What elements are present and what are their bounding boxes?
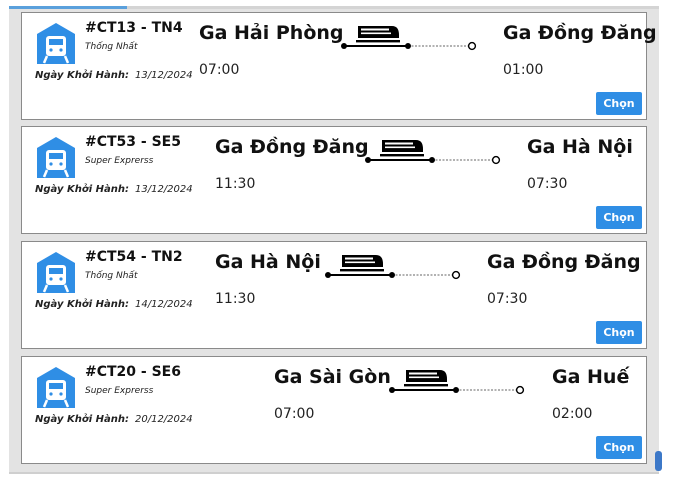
origin-station: Ga Hà Nội	[215, 251, 321, 273]
departure-date-value: 13/12/2024	[134, 70, 193, 81]
train-station-icon	[35, 136, 77, 178]
departure-date-value: 20/12/2024	[134, 414, 193, 425]
train-icon	[340, 255, 384, 272]
trip-card: #CT13 - TN4 Thống Nhất Ngày Khởi Hành: 13…	[21, 12, 657, 120]
select-trip-button[interactable]: Chọn	[596, 92, 642, 115]
trip-card: #CT20 - SE6 Super Exprerss Ngày Khởi Hàn…	[21, 356, 647, 464]
origin-station: Ga Sài Gòn	[274, 366, 391, 388]
destination-station: Ga Đồng Đăng	[503, 22, 657, 44]
header-divider	[9, 6, 659, 9]
route-indicator	[325, 255, 461, 280]
active-tab-indicator	[9, 6, 127, 9]
departure-date-value: 14/12/2024	[134, 299, 193, 310]
trip-code: #CT13 - TN4	[85, 20, 183, 36]
train-icon	[356, 26, 400, 43]
destination-station: Ga Huế	[552, 366, 630, 388]
departure-date-value: 13/12/2024	[134, 184, 193, 195]
origin-time: 07:00	[274, 406, 315, 422]
train-icon	[380, 140, 424, 157]
departure-date: Ngày Khởi Hành: 13/12/2024	[35, 184, 193, 195]
origin-station: Ga Đồng Đăng	[215, 136, 369, 158]
origin-time: 11:30	[215, 291, 256, 307]
trip-list-panel: #CT13 - TN4 Thống Nhất Ngày Khởi Hành: 13…	[9, 6, 659, 472]
trip-card: #CT54 - TN2 Thống Nhất Ngày Khởi Hành: 14…	[21, 241, 647, 349]
route-indicator	[365, 140, 501, 165]
train-icon	[404, 370, 448, 387]
trip-code: #CT20 - SE6	[85, 364, 181, 380]
train-name: Thống Nhất	[85, 42, 138, 52]
panel-bottom-edge	[9, 472, 659, 474]
origin-time: 11:30	[215, 176, 256, 192]
scrollbar-thumb[interactable]	[655, 451, 662, 471]
select-trip-button[interactable]: Chọn	[596, 436, 642, 459]
route-indicator	[389, 370, 525, 395]
departure-date: Ngày Khởi Hành: 13/12/2024	[35, 70, 193, 81]
departure-date-label: Ngày Khởi Hành:	[35, 299, 129, 310]
select-trip-button[interactable]: Chọn	[596, 321, 642, 344]
origin-time: 07:00	[199, 62, 240, 78]
train-station-icon	[35, 22, 77, 64]
destination-time: 01:00	[503, 62, 544, 78]
trip-code: #CT54 - TN2	[85, 249, 183, 265]
train-name: Thống Nhất	[85, 271, 138, 281]
trip-card: #CT53 - SE5 Super Exprerss Ngày Khởi Hàn…	[21, 126, 647, 234]
origin-station: Ga Hải Phòng	[199, 22, 344, 44]
destination-station: Ga Đồng Đăng	[487, 251, 641, 273]
destination-time: 07:30	[527, 176, 568, 192]
train-name: Super Exprerss	[85, 156, 154, 166]
departure-date: Ngày Khởi Hành: 20/12/2024	[35, 414, 193, 425]
destination-station: Ga Hà Nội	[527, 136, 633, 158]
destination-time: 02:00	[552, 406, 593, 422]
departure-date-label: Ngày Khởi Hành:	[35, 414, 129, 425]
route-indicator	[341, 26, 477, 51]
select-trip-button[interactable]: Chọn	[596, 206, 642, 229]
departure-date: Ngày Khởi Hành: 14/12/2024	[35, 299, 193, 310]
destination-time: 07:30	[487, 291, 528, 307]
trip-code: #CT53 - SE5	[85, 134, 181, 150]
departure-date-label: Ngày Khởi Hành:	[35, 184, 129, 195]
departure-date-label: Ngày Khởi Hành:	[35, 70, 129, 81]
train-name: Super Exprerss	[85, 386, 154, 396]
train-station-icon	[35, 251, 77, 293]
train-station-icon	[35, 366, 77, 408]
